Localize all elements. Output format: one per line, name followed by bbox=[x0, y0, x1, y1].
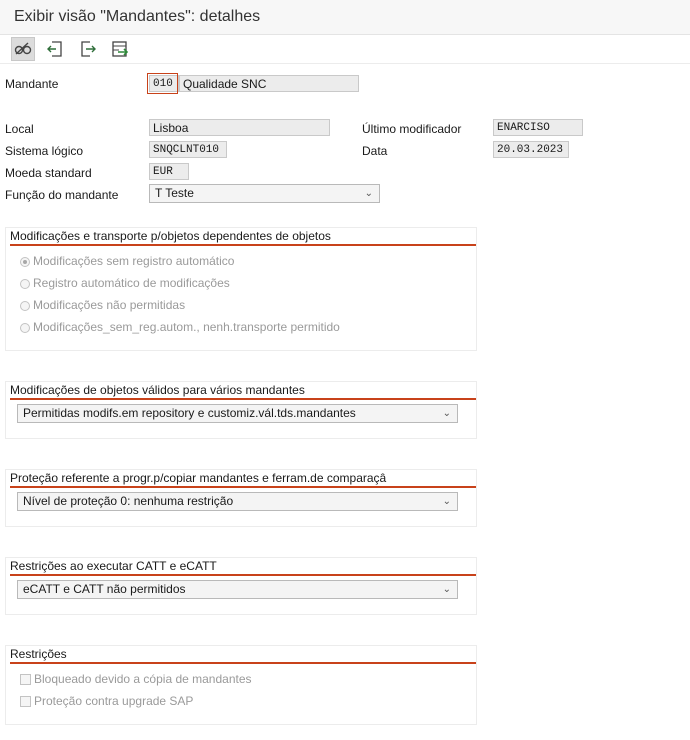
checkbox-label: Bloqueado devido a cópia de mandantes bbox=[34, 672, 252, 686]
radio-icon bbox=[20, 279, 30, 289]
objetos-varios-mandantes-select[interactable]: Permitidas modifs.em repository e custom… bbox=[17, 404, 458, 423]
protecao-copia-select[interactable]: Nível de proteção 0: nenhuma restrição ⌄ bbox=[17, 492, 458, 511]
data-field[interactable]: 20.03.2023 bbox=[493, 141, 569, 158]
radio-icon bbox=[20, 323, 30, 333]
radio-option-1[interactable]: Modificações sem registro automático bbox=[20, 253, 234, 269]
local-field[interactable]: Lisboa bbox=[149, 119, 330, 136]
group-title: Restrições ao executar CATT e eCATT bbox=[10, 558, 476, 576]
select-value: Nível de proteção 0: nenhuma restrição bbox=[23, 494, 234, 508]
ultimo-modificador-label: Último modificador bbox=[362, 122, 462, 136]
window-title: Exibir visão "Mandantes": detalhes bbox=[14, 8, 261, 25]
previous-entry-icon bbox=[47, 41, 62, 57]
next-entry-icon bbox=[81, 41, 96, 57]
checkbox-bloqueado[interactable]: Bloqueado devido a cópia de mandantes bbox=[20, 671, 252, 687]
group-modificacoes-transporte: Modificações e transporte p/objetos depe… bbox=[5, 227, 477, 351]
next-entry-button[interactable] bbox=[77, 38, 99, 60]
sistema-logico-field[interactable]: SNQCLNT010 bbox=[149, 141, 227, 158]
mandante-label: Mandante bbox=[5, 77, 59, 91]
application-toolbar bbox=[0, 35, 690, 64]
sistema-logico-label: Sistema lógico bbox=[5, 144, 84, 158]
radio-option-2[interactable]: Registro automático de modificações bbox=[20, 275, 230, 291]
ultimo-modificador-field[interactable]: ENARCISO bbox=[493, 119, 583, 136]
transport-button[interactable] bbox=[109, 38, 131, 60]
radio-icon bbox=[20, 301, 30, 311]
group-title: Modificações de objetos válidos para vár… bbox=[10, 382, 476, 400]
group-title: Restrições bbox=[10, 646, 476, 664]
display-change-button[interactable] bbox=[11, 37, 35, 61]
previous-entry-button[interactable] bbox=[44, 38, 66, 60]
group-restricoes-catt: Restrições ao executar CATT e eCATT eCAT… bbox=[5, 557, 477, 615]
chevron-down-icon: ⌄ bbox=[442, 408, 451, 419]
radio-option-4[interactable]: Modificações_sem_reg.autom., nenh.transp… bbox=[20, 319, 340, 335]
checkbox-icon bbox=[20, 696, 31, 707]
mandante-description: Qualidade SNC bbox=[179, 75, 359, 92]
checkbox-icon bbox=[20, 674, 31, 685]
radio-option-label: Modificações sem registro automático bbox=[33, 254, 235, 268]
funcao-mandante-label: Função do mandante bbox=[5, 188, 119, 202]
checkbox-protecao-upgrade[interactable]: Proteção contra upgrade SAP bbox=[20, 693, 193, 709]
radio-selected-icon bbox=[20, 257, 30, 267]
group-title: Proteção referente a progr.p/copiar mand… bbox=[10, 470, 476, 488]
group-title: Modificações e transporte p/objetos depe… bbox=[10, 228, 476, 246]
local-label: Local bbox=[5, 122, 34, 136]
checkbox-label: Proteção contra upgrade SAP bbox=[34, 694, 194, 708]
radio-option-label: Modificações não permitidas bbox=[33, 298, 186, 312]
select-value: eCATT e CATT não permitidos bbox=[23, 582, 186, 596]
title-bar: Exibir visão "Mandantes": detalhes bbox=[0, 0, 690, 35]
radio-option-3[interactable]: Modificações não permitidas bbox=[20, 297, 185, 313]
group-objetos-varios-mandantes: Modificações de objetos válidos para vár… bbox=[5, 381, 477, 439]
radio-option-label: Registro automático de modificações bbox=[33, 276, 230, 290]
glasses-display-change-icon bbox=[14, 42, 32, 55]
restricoes-catt-select[interactable]: eCATT e CATT não permitidos ⌄ bbox=[17, 580, 458, 599]
moeda-standard-label: Moeda standard bbox=[5, 166, 92, 180]
mandante-field[interactable]: 010 bbox=[149, 75, 179, 92]
funcao-mandante-value: T Teste bbox=[155, 186, 194, 200]
moeda-standard-field[interactable]: EUR bbox=[149, 163, 189, 180]
chevron-down-icon: ⌄ bbox=[442, 496, 451, 507]
chevron-down-icon: ⌄ bbox=[364, 188, 373, 199]
radio-option-label: Modificações_sem_reg.autom., nenh.transp… bbox=[33, 320, 340, 334]
funcao-mandante-select[interactable]: T Teste ⌄ bbox=[149, 184, 380, 203]
group-protecao-copia: Proteção referente a progr.p/copiar mand… bbox=[5, 469, 477, 527]
chevron-down-icon: ⌄ bbox=[442, 584, 451, 595]
transport-icon bbox=[112, 41, 129, 57]
select-value: Permitidas modifs.em repository e custom… bbox=[23, 406, 356, 420]
group-restricoes: Restrições Bloqueado devido a cópia de m… bbox=[5, 645, 477, 725]
data-label: Data bbox=[362, 144, 388, 158]
